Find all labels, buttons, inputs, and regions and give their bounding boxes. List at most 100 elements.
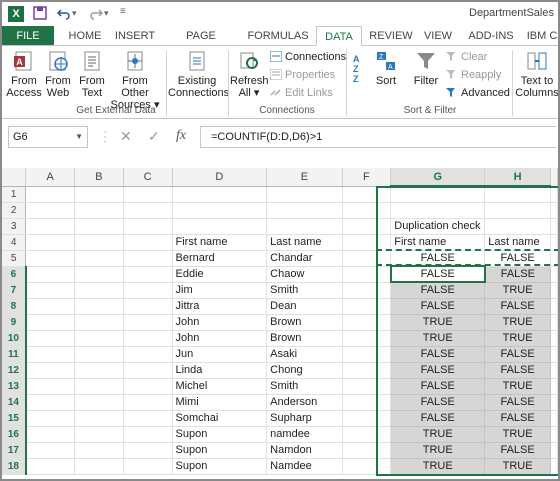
cell-b1[interactable] <box>74 186 124 203</box>
from-access-button[interactable]: A From Access <box>6 50 42 99</box>
cell-a14[interactable] <box>25 394 76 411</box>
row-header[interactable]: 10 <box>2 330 27 347</box>
cell-h1[interactable] <box>484 186 551 203</box>
cell-a6[interactable] <box>25 266 76 283</box>
cell-c17[interactable] <box>123 442 173 459</box>
redo-icon[interactable] <box>88 6 104 22</box>
column-header-d[interactable]: D <box>172 168 268 187</box>
cell-b7[interactable] <box>74 282 124 299</box>
cell-h17[interactable]: FALSE <box>484 442 551 459</box>
cell-g9[interactable]: TRUE <box>390 314 486 331</box>
column-header-h[interactable]: H <box>484 168 551 187</box>
sort-button[interactable]: ZA Sort <box>370 50 402 87</box>
cell-c16[interactable] <box>123 426 173 443</box>
cell-d10[interactable]: John <box>172 330 268 347</box>
cell-f7[interactable] <box>342 282 392 299</box>
cell-c11[interactable] <box>123 346 173 363</box>
cell-d15[interactable]: Somchai <box>172 410 268 427</box>
cell-g10[interactable]: TRUE <box>390 330 486 347</box>
cell-a11[interactable] <box>25 346 76 363</box>
cell-g8[interactable]: FALSE <box>390 298 486 315</box>
cell-c13[interactable] <box>123 378 173 395</box>
cell-c4[interactable] <box>123 234 173 251</box>
cell-e16[interactable]: namdee <box>266 426 343 443</box>
cell-f16[interactable] <box>342 426 392 443</box>
connections-button[interactable]: Connections <box>269 49 346 65</box>
cell-e10[interactable]: Brown <box>266 330 343 347</box>
cell-h13[interactable]: TRUE <box>484 378 551 395</box>
cell-h10[interactable]: TRUE <box>484 330 551 347</box>
cell-f17[interactable] <box>342 442 392 459</box>
tab-view[interactable]: VIEW <box>420 26 456 46</box>
cell-b12[interactable] <box>74 362 124 379</box>
row-header[interactable]: 6 <box>2 266 27 283</box>
cell-c1[interactable] <box>123 186 173 203</box>
text-to-columns-button[interactable]: Text to Columns <box>514 50 558 99</box>
cell-b2[interactable] <box>74 202 124 219</box>
cell-a7[interactable] <box>25 282 76 299</box>
cell-a10[interactable] <box>25 330 76 347</box>
insert-function-icon[interactable]: fx <box>176 128 186 144</box>
row-header[interactable]: 1 <box>2 186 27 203</box>
cell-d6[interactable]: Eddie <box>172 266 268 283</box>
column-header-e[interactable]: E <box>266 168 343 187</box>
cell-c12[interactable] <box>123 362 173 379</box>
existing-connections-button[interactable]: Existing Connections <box>168 50 229 99</box>
select-all-corner[interactable] <box>2 168 27 187</box>
cell-e4[interactable]: Last name <box>266 234 343 251</box>
cell-f1[interactable] <box>342 186 392 203</box>
cell-h3[interactable] <box>484 218 551 235</box>
sort-az-button[interactable]: AZZ <box>350 52 368 91</box>
cell-d17[interactable]: Supon <box>172 442 268 459</box>
cell-g1[interactable] <box>390 186 486 203</box>
row-header[interactable]: 16 <box>2 426 27 443</box>
row-header[interactable]: 13 <box>2 378 27 395</box>
cell-e11[interactable]: Asaki <box>266 346 343 363</box>
from-text-button[interactable]: From Text <box>76 50 108 99</box>
cell-f11[interactable] <box>342 346 392 363</box>
cell-a4[interactable] <box>25 234 76 251</box>
name-box[interactable]: G6 ▼ <box>8 126 88 148</box>
cell-f9[interactable] <box>342 314 392 331</box>
cell-c2[interactable] <box>123 202 173 219</box>
cell-b5[interactable] <box>74 250 124 267</box>
enter-icon[interactable]: ✓ <box>148 128 160 145</box>
cell-h15[interactable]: FALSE <box>484 410 551 427</box>
cell-b15[interactable] <box>74 410 124 427</box>
cell-h18[interactable]: TRUE <box>484 458 551 475</box>
cell-d8[interactable]: Jittra <box>172 298 268 315</box>
cell-h4[interactable]: Last name <box>484 234 551 251</box>
cell-e3[interactable] <box>266 218 343 235</box>
cell-c18[interactable] <box>123 458 173 475</box>
cell-e13[interactable]: Smith <box>266 378 343 395</box>
cell-d9[interactable]: John <box>172 314 268 331</box>
cell-a17[interactable] <box>25 442 76 459</box>
cell-h6[interactable]: FALSE <box>484 266 551 283</box>
cell-g3[interactable]: Duplication check <box>390 218 486 235</box>
clear-filter-button[interactable]: Clear <box>446 49 487 65</box>
tab-data[interactable]: DATA <box>316 26 362 46</box>
cell-f8[interactable] <box>342 298 392 315</box>
cell-g2[interactable] <box>390 202 486 219</box>
cell-h8[interactable]: FALSE <box>484 298 551 315</box>
cell-f4[interactable] <box>342 234 392 251</box>
cell-b13[interactable] <box>74 378 124 395</box>
cell-a18[interactable] <box>25 458 76 475</box>
cell-f18[interactable] <box>342 458 392 475</box>
cell-g17[interactable]: TRUE <box>390 442 486 459</box>
cell-g5[interactable]: FALSE <box>390 250 486 267</box>
refresh-all-button[interactable]: Refresh All ▾ <box>230 50 269 99</box>
cell-b8[interactable] <box>74 298 124 315</box>
row-header[interactable]: 2 <box>2 202 27 219</box>
cell-b17[interactable] <box>74 442 124 459</box>
cell-h16[interactable]: TRUE <box>484 426 551 443</box>
from-web-button[interactable]: From Web <box>42 50 74 99</box>
row-header[interactable]: 14 <box>2 394 27 411</box>
tab-file[interactable]: FILE <box>2 26 54 46</box>
cell-a12[interactable] <box>25 362 76 379</box>
row-header[interactable]: 3 <box>2 218 27 235</box>
column-header-b[interactable]: B <box>74 168 124 187</box>
cell-c5[interactable] <box>123 250 173 267</box>
cell-f14[interactable] <box>342 394 392 411</box>
cell-f13[interactable] <box>342 378 392 395</box>
